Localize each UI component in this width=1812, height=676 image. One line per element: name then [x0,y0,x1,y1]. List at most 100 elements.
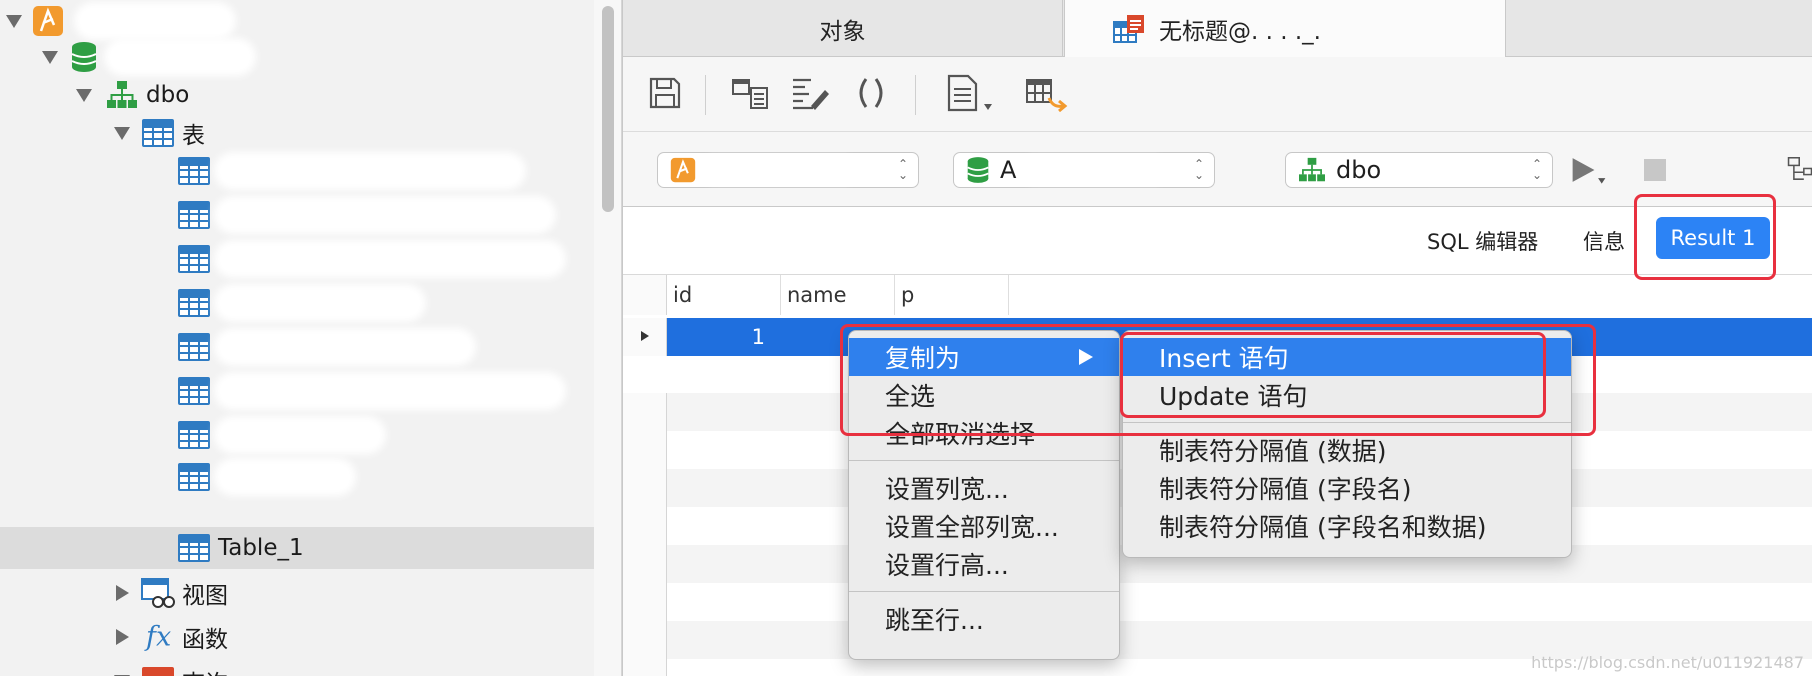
tab-info[interactable]: 信息 [1583,207,1625,275]
tab-query[interactable]: 无标题@. . . ._. [1064,0,1506,58]
cell-id[interactable]: 1 [667,318,777,356]
tab-label: 信息 [1583,230,1625,254]
menu-item-tsv-data[interactable]: 制表符分隔值 (数据) [1123,431,1571,469]
explain-button[interactable] [1787,150,1812,190]
text-icon [947,74,992,112]
schema-icon [107,81,137,108]
menu-item-label: 制表符分隔值 (字段名) [1159,475,1412,504]
tree-item-table[interactable] [0,370,594,412]
tab-label: SQL 编辑器 [1427,230,1539,254]
beautify-sql-icon [793,78,829,110]
tree-item-tables[interactable]: 表 [0,112,594,154]
stop-button[interactable] [1635,150,1675,190]
tree-item-table[interactable] [0,456,594,498]
menu-separator [849,591,1119,592]
tree-item-label: 查询 [182,664,228,676]
menu-item-go-to-row[interactable]: 跳至行... [849,600,1119,638]
tree-item-schema-dbo[interactable]: dbo [0,74,594,116]
function-icon: fx [146,621,172,653]
table-icon [178,421,210,449]
disclosure-down-icon[interactable] [76,89,92,102]
redacted-text [110,44,250,70]
menu-item-label: 设置行高... [885,551,1009,580]
table-icon [178,245,210,273]
redacted-text [220,290,420,316]
save-button[interactable] [645,73,685,113]
tree-item-table-1[interactable]: Table_1 [0,527,594,569]
disclosure-down-icon[interactable] [42,51,58,64]
tree-item-views[interactable]: 视图 [0,572,594,614]
schema-select-value: dbo [1336,156,1382,184]
updown-chevron-icon: ⌃ ⌄ [1531,157,1542,182]
tab-sql-editor[interactable]: SQL 编辑器 [1427,207,1538,275]
menu-item-set-row-height[interactable]: 设置行高... [849,545,1119,583]
column-header-id[interactable]: id [667,275,781,315]
database-icon [71,42,97,72]
table-icon [178,201,210,229]
sqlserver-connection-icon [33,6,63,36]
tree-item-table[interactable] [0,414,594,456]
tree-item-functions[interactable]: fx 函数 [0,616,594,658]
object-tree: dbo 表 Table_1 视图 fx 函数 [0,0,594,676]
redacted-text [1024,160,1165,180]
menu-item-label: 设置列宽... [885,475,1009,504]
tree-item-table[interactable] [0,150,594,192]
scrollbar-thumb[interactable] [602,6,614,212]
tab-label: 对象 [819,18,866,45]
updown-chevron-icon: ⌃ ⌄ [1193,157,1204,182]
tree-item-queries[interactable]: 查询 [0,660,594,676]
redacted-text [80,8,230,34]
tree-item-table[interactable] [0,282,594,324]
app-window: dbo 表 Table_1 视图 fx 函数 对象 无标题@. . . ._. … [0,0,1812,676]
beautify-sql-button[interactable] [791,73,831,113]
tree-scrollbar[interactable] [594,0,622,676]
tree-item-database[interactable] [0,36,594,78]
menu-item-label: 制表符分隔值 (字段名和数据) [1159,513,1487,542]
menu-item-set-all-column-width[interactable]: 设置全部列宽... [849,507,1119,545]
disclosure-down-icon[interactable] [6,15,22,28]
code-snippet-button[interactable] [851,73,891,113]
current-row-icon [641,331,649,341]
tree-item-table[interactable] [0,326,594,368]
tab-objects[interactable]: 对象 [623,0,1063,57]
updown-chevron-icon: ⌃ ⌄ [897,157,908,182]
tab-label: 无标题@. . . ._. [1159,19,1321,45]
table-icon [178,157,210,185]
menu-item-label: 制表符分隔值 (数据) [1159,437,1387,466]
schema-icon [1299,157,1325,182]
tree-item-label: Table_1 [218,535,304,561]
disclosure-down-icon[interactable] [114,127,130,140]
table-icon [178,333,210,361]
text-menu-button[interactable] [943,73,999,113]
redacted-text [220,202,550,228]
redacted-text [220,378,560,404]
menu-item-tsv-field-names-and-data[interactable]: 制表符分隔值 (字段名和数据) [1123,507,1571,545]
tab-bar: 对象 无标题@. . . ._. [623,0,1812,58]
menu-item-tsv-field-names[interactable]: 制表符分隔值 (字段名) [1123,469,1571,507]
column-header-name[interactable]: name [781,275,895,315]
query-icon [142,667,174,676]
row-marker[interactable] [623,318,667,356]
menu-separator [849,460,1119,461]
table-icon [178,289,210,317]
tree-item-label: dbo [146,82,190,108]
schema-select[interactable]: dbo ⌃ ⌄ [1285,152,1553,188]
query-builder-button[interactable] [731,73,771,113]
run-button[interactable] [1569,150,1609,190]
query-tab-icon [1113,15,1144,43]
table-group-icon [142,119,174,147]
redacted-text [220,422,380,448]
tree-item-label: 表 [182,123,205,149]
database-select[interactable]: A ⌃ ⌄ [953,152,1215,188]
tree-item-table[interactable] [0,194,594,236]
export-button[interactable] [1023,73,1071,113]
disclosure-right-icon[interactable] [116,629,129,645]
table-row-empty [623,583,1812,621]
connection-select[interactable]: ⌃ ⌄ [657,152,919,188]
menu-item-label: 跳至行... [885,606,984,635]
menu-item-set-column-width[interactable]: 设置列宽... [849,469,1119,507]
tree-item-table[interactable] [0,238,594,280]
watermark: https://blog.csdn.net/u011921487 [1531,653,1804,672]
column-header-p[interactable]: p [895,275,1009,315]
disclosure-right-icon[interactable] [116,585,129,601]
